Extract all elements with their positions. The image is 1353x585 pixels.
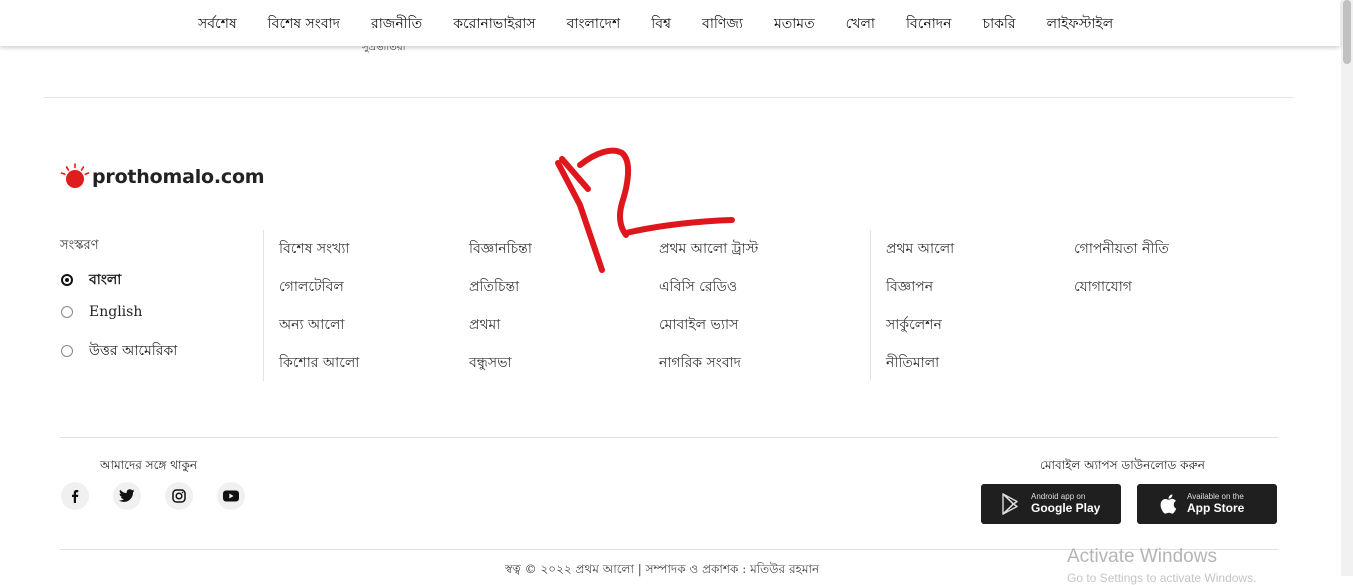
footer-link[interactable]: এবিসি রেডিও <box>659 275 737 299</box>
nav-item-coronavirus[interactable]: করোনাভাইরাস <box>453 12 535 36</box>
nav-item-bangladesh[interactable]: বাংলাদেশ <box>567 12 621 36</box>
nav-item-jobs[interactable]: চাকরি <box>983 12 1016 36</box>
footer-link[interactable]: গোপনীয়তা নীতি <box>1074 237 1169 261</box>
app-store-small-text: Available on the <box>1187 492 1244 501</box>
edition-label: বাংলা <box>89 272 122 288</box>
top-navigation-bar: সর্বশেষ বিশেষ সংবাদ রাজনীতি করোনাভাইরাস … <box>0 0 1340 46</box>
facebook-icon[interactable] <box>61 482 89 510</box>
play-store-icon <box>1001 493 1023 515</box>
nav-item-world[interactable]: বিশ্ব <box>651 12 671 36</box>
footer-link[interactable]: সার্কুলেশন <box>886 313 942 337</box>
copyright-text: স্বত্ব © ২০২২ প্রথম আলো | সম্পাদক ও প্রক… <box>505 562 820 576</box>
edition-option-bangla[interactable]: বাংলা <box>61 268 121 292</box>
radio-unselected[interactable] <box>61 345 73 357</box>
edition-label: English <box>89 304 143 320</box>
footer-link[interactable]: বিজ্ঞানচিন্তা <box>469 237 532 261</box>
app-download-title: মোবাইল অ্যাপস ডাউনলোড করুন <box>1040 458 1205 472</box>
nav-item-politics[interactable]: রাজনীতি <box>371 12 422 36</box>
app-store-big-text: App Store <box>1187 501 1245 515</box>
scrollbar-thumb[interactable] <box>1343 0 1351 64</box>
footer-link[interactable]: কিশোর আলো <box>279 351 359 375</box>
footer-link[interactable]: মোবাইল ভ্যাস <box>659 313 738 337</box>
sun-logo-icon <box>60 162 90 192</box>
footer-link[interactable]: প্রথম আলো ট্রাস্ট <box>659 237 758 261</box>
instagram-icon[interactable] <box>165 482 193 510</box>
footer-link[interactable]: নীতিমালা <box>886 351 939 375</box>
edition-option-north-america[interactable]: উত্তর আমেরিকা <box>61 339 177 363</box>
edition-title: সংস্করণ <box>60 238 99 253</box>
column-divider <box>263 230 264 381</box>
nav-item-entertainment[interactable]: বিনোদন <box>906 12 952 36</box>
nav-item-opinion[interactable]: মতামত <box>774 12 815 36</box>
radio-selected[interactable] <box>61 274 73 286</box>
nav-item-sports[interactable]: খেলা <box>846 12 875 36</box>
google-play-big-text: Google Play <box>1031 501 1101 515</box>
logo-text: prothomalo.com <box>92 166 265 188</box>
column-divider <box>870 230 871 381</box>
nav-menu: সর্বশেষ বিশেষ সংবাদ রাজনীতি করোনাভাইরাস … <box>198 12 1144 36</box>
app-store-button[interactable]: Available on the App Store <box>1137 484 1277 524</box>
twitter-icon[interactable] <box>113 482 141 510</box>
footer-link[interactable]: প্রথমা <box>469 313 500 337</box>
footer-link[interactable]: যোগাযোগ <box>1074 275 1132 299</box>
nav-item-latest[interactable]: সর্বশেষ <box>198 12 237 36</box>
nav-item-lifestyle[interactable]: লাইফস্টাইল <box>1047 12 1114 36</box>
section-divider <box>60 437 1278 438</box>
page-scrollbar[interactable] <box>1341 0 1353 576</box>
footer-link[interactable]: প্রথম আলো <box>886 237 954 261</box>
footer-link[interactable]: বিশেষ সংখ্যা <box>279 237 349 261</box>
google-play-small-text: Android app on <box>1031 492 1086 501</box>
footer-link[interactable]: অন্য আলো <box>279 313 344 337</box>
youtube-icon[interactable] <box>217 482 245 510</box>
apple-icon <box>1157 493 1179 515</box>
site-logo[interactable]: prothomalo.com <box>60 162 265 192</box>
follow-us-title: আমাদের সঙ্গে থাকুন <box>100 458 198 472</box>
edition-option-english[interactable]: English <box>61 304 142 320</box>
footer-link[interactable]: বন্ধুসভা <box>469 351 512 375</box>
footer-link[interactable]: নাগরিক সংবাদ <box>659 351 741 375</box>
nav-item-business[interactable]: বাণিজ্য <box>702 12 743 36</box>
section-divider <box>44 97 1294 98</box>
google-play-button[interactable]: Android app on Google Play <box>981 484 1121 524</box>
edition-label: উত্তর আমেরিকা <box>89 343 178 359</box>
windows-activation-watermark: Activate Windows <box>1067 546 1217 567</box>
radio-unselected[interactable] <box>61 306 73 318</box>
footer-link[interactable]: গোলটেবিল <box>279 275 344 299</box>
nav-item-special-news[interactable]: বিশেষ সংবাদ <box>268 12 340 36</box>
windows-activation-subtitle: Go to Settings to activate Windows. <box>1067 571 1257 585</box>
footer-link[interactable]: বিজ্ঞাপন <box>886 275 933 299</box>
footer-link[interactable]: প্রতিচিন্তা <box>469 275 519 299</box>
